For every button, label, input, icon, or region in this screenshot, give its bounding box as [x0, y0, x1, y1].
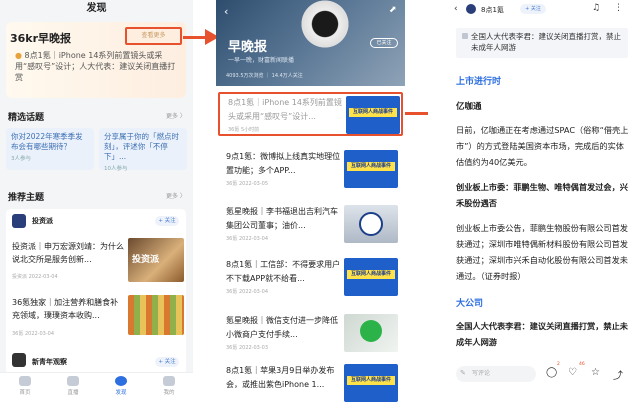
article-row[interactable]: 9点1氪：微博拟上线真实地理位置功能；多个APP... 36氪 2022-03-…	[218, 148, 403, 192]
list-item[interactable]: 36氪独家｜加注营养和膳食补充领域，璞璞资本收购...	[12, 296, 124, 322]
subheading: 创业板上市委：菲鹏生物、唯特偶首发过会，兴禾股份遇否	[456, 182, 628, 208]
user-icon	[163, 376, 175, 386]
article-row[interactable]: 8点1氪｜工信部：不得要求用户不下载APP就不给看... 36氪 2022-03…	[218, 256, 403, 300]
section-title: 推荐主题	[8, 193, 45, 203]
followed-button[interactable]: 已关注	[370, 38, 398, 48]
thumbnail: 互联网人商战事件	[344, 364, 398, 402]
follow-button[interactable]: + 关注	[155, 357, 179, 367]
follow-button[interactable]: + 关注	[155, 216, 179, 226]
square-bullet-icon	[462, 33, 468, 39]
source-name: 新青年观察	[32, 358, 67, 366]
page-title: 发现	[86, 3, 107, 14]
like-icon[interactable]: ♡	[568, 367, 577, 378]
back-icon[interactable]: ‹	[454, 4, 458, 14]
rec-more-link[interactable]: 更多 〉	[166, 191, 186, 200]
column-stats: 4093.5万次浏览 ｜ 14.4万人关注	[226, 73, 303, 79]
share-icon[interactable]: ⬈	[389, 5, 397, 15]
section-heading: 大公司	[456, 299, 484, 309]
section-heading: 上市进行时	[456, 77, 502, 87]
home-icon	[19, 376, 31, 386]
comment-icon[interactable]: ◯	[546, 367, 557, 378]
item-meta: 投资派 2022-03-04	[12, 274, 58, 280]
summary-text: 全国人大代表李君：建议关闭直播打赏，禁止未成年人网游	[471, 32, 621, 52]
thumbnail: 互联网人商战事件	[344, 150, 398, 188]
bullet-icon: ●	[15, 51, 25, 60]
item-meta: 36氪 2022-03-04	[12, 331, 55, 337]
section-title: 精选话题	[8, 113, 45, 123]
article-row[interactable]: 8点1氪｜苹果3月9日举办发布会，或推出紫色iPhone 1... 互联网人商战…	[218, 362, 403, 406]
tab-live[interactable]: 直播	[58, 376, 88, 396]
subheading: 亿咖通	[456, 102, 482, 112]
topics-more-link[interactable]: 更多 〉	[166, 111, 186, 120]
paragraph: 日前，亿咖通正在考虑通过SPAC（俗称“借壳上市”）的方式登陆美国资本市场，完成…	[456, 125, 629, 167]
topic-card[interactable]: 分享属于你的「燃点时刻」，评述你「不停下」... 10人参与	[99, 128, 187, 172]
paragraph: 创业板上市委公告，菲鹏生物股份有限公司首发获通过；深圳市唯特偶新材料股份有限公司…	[456, 223, 628, 281]
headphones-icon[interactable]: ♫	[592, 3, 600, 13]
comment-input[interactable]: 写评论	[456, 366, 536, 382]
source-name: 投资派	[32, 217, 53, 225]
avatar	[12, 353, 26, 367]
topic-card[interactable]: 你对2022年寒季季发布会有哪些期待？ 3人参与	[6, 128, 94, 170]
subheading: 全国人大代表李君：建议关闭直播打赏，禁止未成年人网游	[456, 321, 628, 347]
compass-icon	[115, 376, 127, 386]
article-row[interactable]: 氪星晚报｜微信支付进一步降低小微商户支付手续... 36氪 2022-03-03	[218, 312, 403, 356]
thumbnail: 互联网人商战事件	[346, 96, 400, 134]
article-row[interactable]: 氪星晚报｜李书福退出吉利汽车集团公司董事；油价... 36氪 2022-03-0…	[218, 203, 403, 247]
star-icon[interactable]: ☆	[591, 367, 600, 378]
list-item[interactable]: 投资派｜申万宏源刘靖：为什么说北交所是服务创新...	[12, 240, 124, 266]
author-name[interactable]: 8点1氪	[481, 5, 504, 15]
geely-logo-thumbnail	[344, 205, 398, 243]
like-count-badge: 46	[579, 362, 585, 367]
view-more-button[interactable]: 查看更多	[125, 27, 182, 45]
avatar	[466, 4, 476, 14]
tab-home[interactable]: 首页	[10, 376, 40, 396]
comment-count-badge: 2	[557, 362, 560, 367]
pencil-icon: ✎	[460, 369, 466, 377]
column-title: 早晚报	[228, 40, 268, 55]
more-icon[interactable]: ⋮	[614, 3, 623, 13]
share-icon[interactable]: ⤴	[613, 367, 623, 382]
thumbnail[interactable]	[128, 295, 184, 335]
avatar	[12, 214, 26, 228]
tab-mine[interactable]: 我的	[154, 376, 184, 396]
thumbnail: 互联网人商战事件	[344, 258, 398, 296]
article-row[interactable]: 8点1氪｜iPhone 14系列前置镜头或采用“感叹号”设计... 36氪 5小…	[218, 92, 403, 136]
video-icon	[67, 376, 79, 386]
back-icon[interactable]: ‹	[224, 5, 228, 18]
follow-button[interactable]: + 关注	[520, 4, 546, 14]
brief-item[interactable]: ● 8点1氪｜iPhone 14系列前置镜头或采用“感叹号”设计；人大代表：建议…	[15, 50, 180, 83]
tab-discover[interactable]: 发现	[106, 376, 136, 396]
wechat-pay-thumbnail	[344, 314, 398, 352]
column-subtitle: 一早一晚，财富新闻联播	[228, 57, 295, 64]
coffee-cup-image	[290, 0, 360, 48]
brief-logo: 36kr早晚报	[10, 32, 72, 45]
thumbnail[interactable]: 投资派	[128, 238, 184, 282]
